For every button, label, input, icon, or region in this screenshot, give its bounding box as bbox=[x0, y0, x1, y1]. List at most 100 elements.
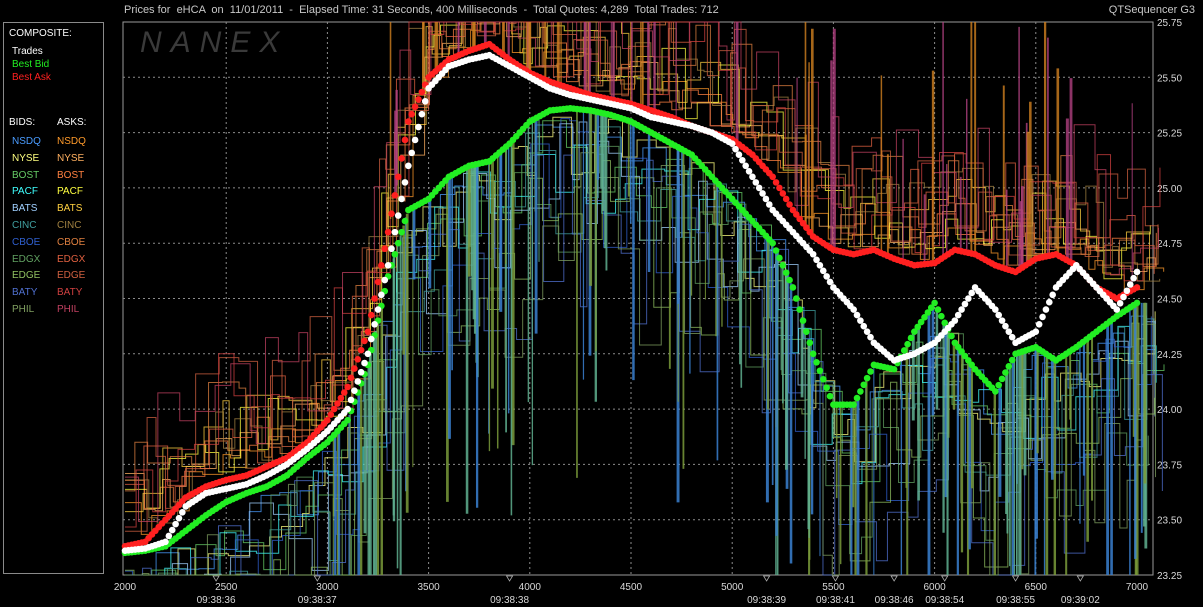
point-best-bid bbox=[772, 247, 780, 254]
point-best-ask bbox=[357, 346, 365, 354]
point-best-bid bbox=[776, 254, 783, 262]
point-best-bid bbox=[907, 334, 915, 342]
point-best-ask bbox=[786, 201, 793, 208]
point-trades bbox=[394, 212, 402, 219]
point-trades bbox=[421, 97, 429, 105]
time-label: 09:38:41 bbox=[816, 595, 855, 606]
point-trades bbox=[1133, 268, 1141, 276]
time-marker bbox=[890, 575, 898, 582]
point-best-bid bbox=[938, 312, 945, 320]
point-best-ask bbox=[1133, 284, 1141, 291]
point-best-bid bbox=[823, 384, 830, 392]
point-trades bbox=[739, 156, 746, 164]
point-trades bbox=[762, 195, 770, 203]
point-trades bbox=[347, 396, 355, 404]
point-best-bid bbox=[1133, 299, 1141, 307]
x-tick-label: 3000 bbox=[316, 582, 339, 593]
point-best-bid bbox=[344, 416, 351, 424]
point-best-bid bbox=[398, 228, 405, 236]
point-trades bbox=[995, 311, 1002, 319]
point-best-ask bbox=[772, 179, 780, 186]
point-best-bid bbox=[850, 401, 857, 408]
point-best-ask bbox=[351, 365, 358, 372]
point-best-bid bbox=[796, 306, 803, 313]
point-best-ask bbox=[340, 389, 348, 396]
point-best-bid bbox=[992, 388, 999, 395]
point-trades bbox=[853, 311, 861, 319]
point-trades bbox=[364, 350, 372, 358]
point-trades bbox=[1032, 328, 1040, 335]
point-best-bid bbox=[904, 340, 911, 348]
point-trades bbox=[968, 289, 976, 297]
point-trades bbox=[351, 387, 358, 394]
point-trades bbox=[728, 140, 736, 147]
point-trades bbox=[735, 151, 743, 159]
point-trades bbox=[819, 267, 827, 275]
point-trades bbox=[418, 110, 426, 118]
point-best-bid bbox=[806, 339, 814, 347]
time-label: 09:39:02 bbox=[1061, 595, 1100, 606]
point-trades bbox=[388, 245, 395, 253]
point-best-ask bbox=[327, 411, 335, 418]
point-best-bid bbox=[809, 350, 817, 358]
point-best-bid bbox=[769, 239, 776, 247]
x-tick-label: 2500 bbox=[215, 582, 238, 593]
point-trades bbox=[175, 514, 183, 522]
point-trades bbox=[415, 123, 422, 131]
point-best-ask bbox=[418, 88, 426, 96]
point-best-ask bbox=[381, 245, 389, 253]
time-label: 09:38:36 bbox=[197, 595, 236, 606]
point-trades bbox=[867, 333, 874, 341]
point-best-bid bbox=[890, 365, 898, 373]
point-trades bbox=[958, 306, 965, 313]
point-trades bbox=[371, 321, 378, 328]
price-chart: NANEX 23.25 23.50 23.75 24.00 24.25 24.50 24.75… bbox=[114, 18, 1183, 606]
point-best-bid bbox=[853, 394, 861, 402]
point-trades bbox=[1045, 298, 1053, 306]
point-trades bbox=[742, 162, 749, 170]
point-trades bbox=[816, 262, 824, 269]
time-marker bbox=[505, 575, 514, 582]
point-best-ask bbox=[398, 155, 405, 162]
point-best-ask bbox=[408, 110, 416, 118]
point-best-bid bbox=[860, 381, 868, 389]
point-trades bbox=[992, 306, 999, 313]
point-best-ask bbox=[334, 400, 341, 407]
point-trades bbox=[1113, 306, 1121, 313]
point-trades bbox=[354, 378, 362, 385]
point-best-ask bbox=[371, 295, 378, 302]
time-marker bbox=[941, 575, 949, 582]
point-trades bbox=[381, 276, 389, 284]
watermark: NANEX bbox=[140, 26, 288, 59]
point-trades bbox=[1042, 306, 1050, 313]
point-best-bid bbox=[948, 332, 955, 340]
point-trades bbox=[732, 145, 739, 153]
y-tick-label: 24.00 bbox=[1157, 405, 1182, 416]
point-trades bbox=[863, 328, 871, 335]
point-trades bbox=[961, 300, 969, 308]
point-best-bid bbox=[931, 299, 938, 307]
point-best-ask bbox=[374, 278, 382, 286]
y-tick-label: 24.25 bbox=[1157, 350, 1182, 361]
y-tick-label: 23.50 bbox=[1157, 516, 1182, 527]
point-best-ask bbox=[344, 383, 351, 391]
point-trades bbox=[1008, 333, 1016, 341]
point-best-ask bbox=[405, 118, 412, 125]
point-best-ask bbox=[394, 173, 402, 181]
point-best-bid bbox=[1005, 363, 1013, 370]
point-trades bbox=[408, 149, 416, 157]
point-best-bid bbox=[816, 367, 824, 375]
point-best-ask bbox=[378, 262, 385, 269]
time-label: 09:38:39 bbox=[747, 595, 786, 606]
point-trades bbox=[759, 190, 766, 197]
point-best-ask bbox=[769, 173, 776, 181]
point-trades bbox=[384, 262, 392, 269]
point-trades bbox=[1126, 281, 1134, 288]
point-best-bid bbox=[863, 374, 871, 382]
point-best-bid bbox=[792, 295, 800, 302]
point-best-bid bbox=[782, 269, 790, 276]
x-tick-label: 2000 bbox=[114, 582, 137, 593]
y-tick-label: 23.75 bbox=[1157, 460, 1182, 471]
point-trades bbox=[374, 306, 382, 313]
time-label: 09:38:54 bbox=[925, 595, 964, 606]
